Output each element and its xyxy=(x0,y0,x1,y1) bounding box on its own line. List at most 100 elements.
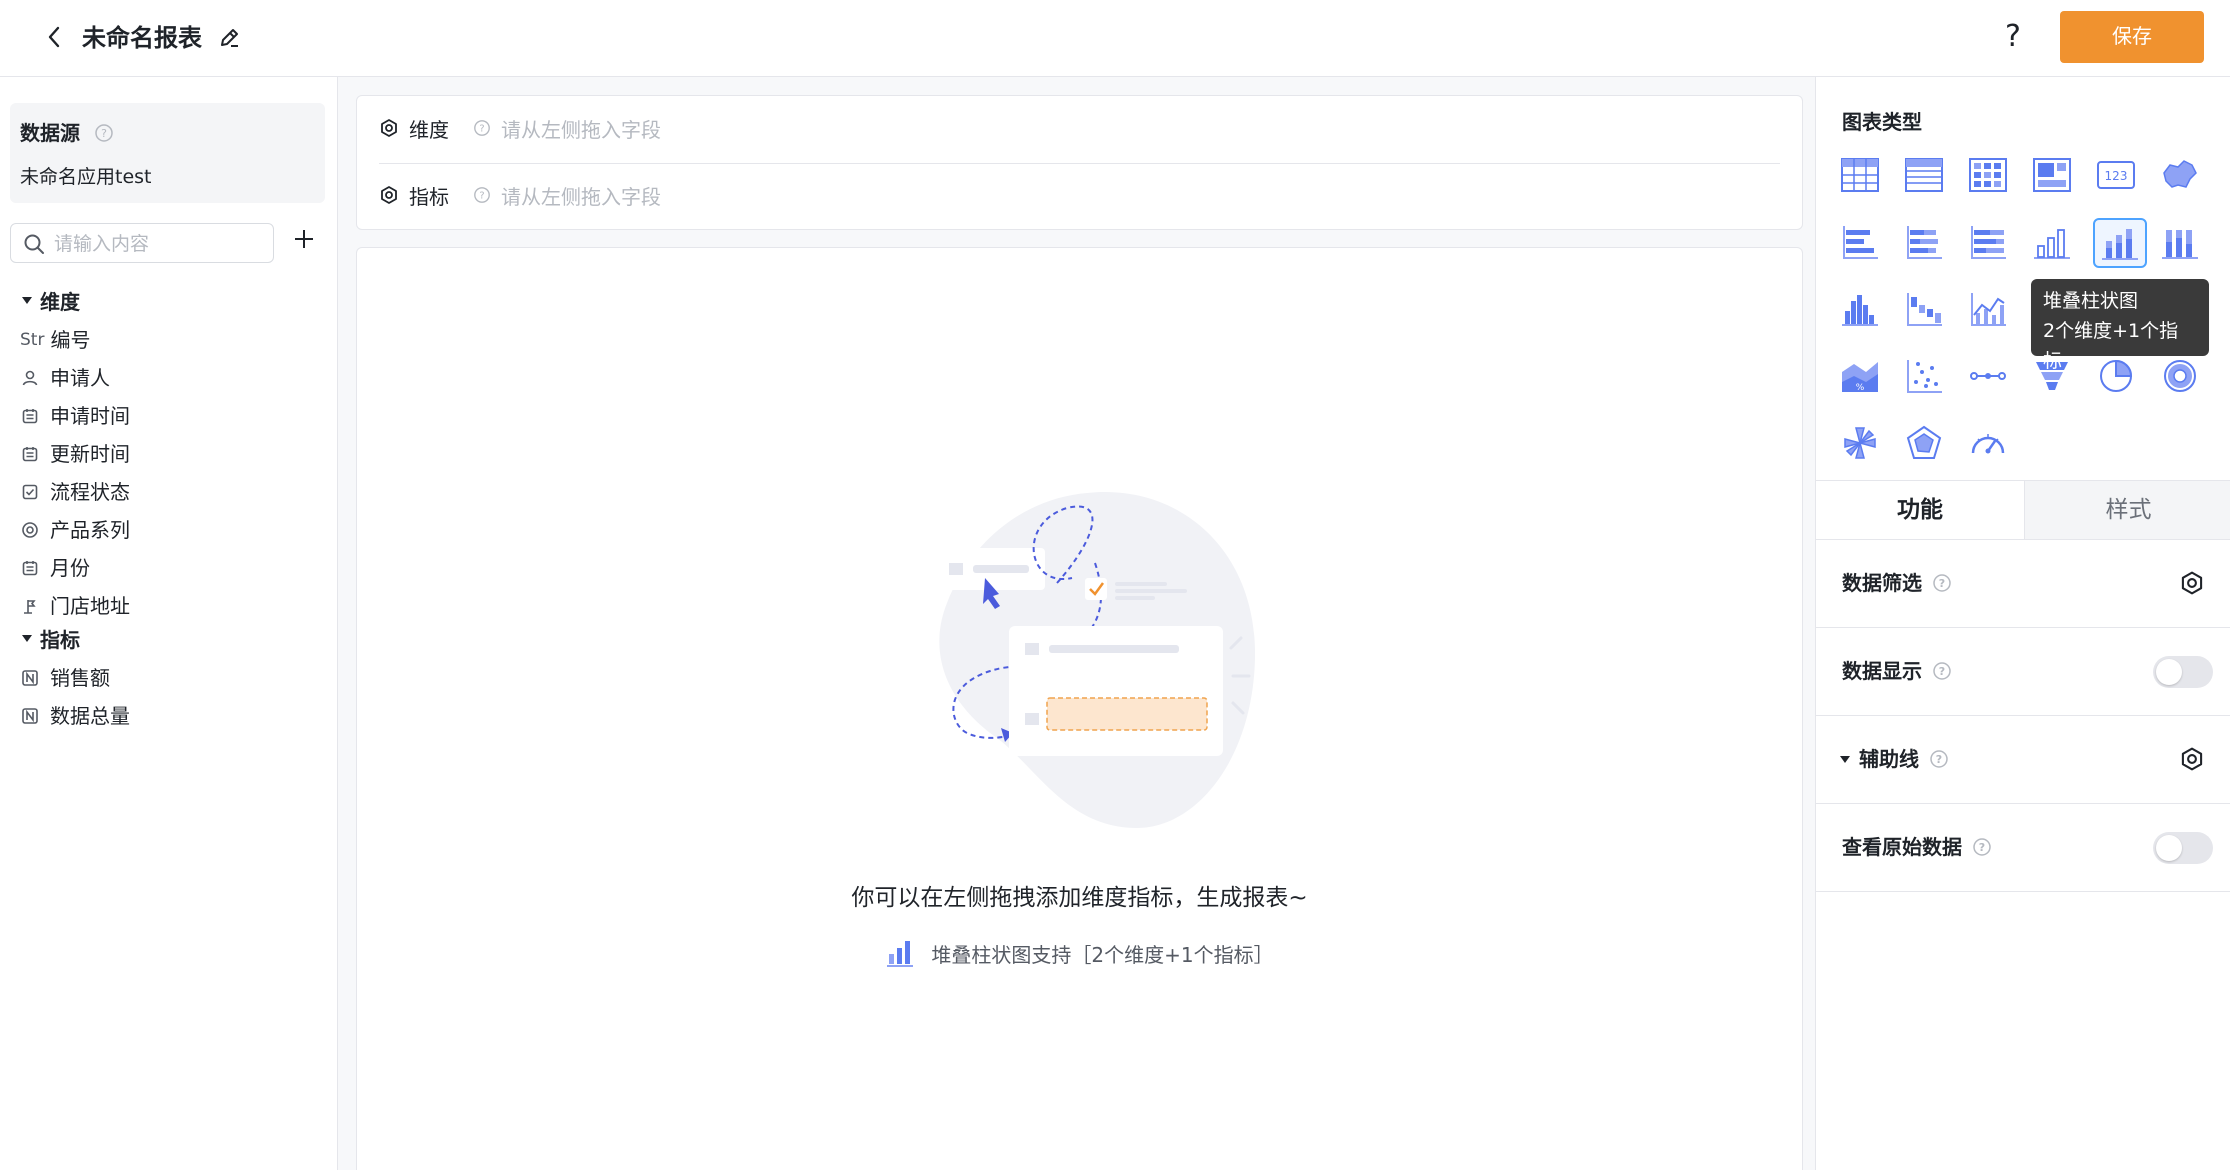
tooltip-title: 堆叠柱状图 xyxy=(2043,290,2139,312)
chart-support-hint: 堆叠柱状图支持［2个维度+1个指标］ xyxy=(357,938,1802,968)
stacked-column-chart-option[interactable] xyxy=(2093,218,2147,268)
option-label: 查看原始数据 xyxy=(1842,835,1962,859)
data-display-toggle[interactable] xyxy=(2153,656,2213,688)
scatter-icon[interactable] xyxy=(1900,352,1948,400)
detail-table-icon[interactable] xyxy=(1900,151,1948,199)
summary-icon[interactable] xyxy=(2028,151,2076,199)
metric-group-header[interactable]: 指标 xyxy=(22,625,80,655)
field-sidebar: 数据源 ? 未命名应用test 请输入内容 维度 Str 编号 申请人 申请时间 … xyxy=(0,77,338,1170)
field-label: 数据总量 xyxy=(50,704,130,728)
back-icon[interactable] xyxy=(40,22,70,52)
empty-state-illustration xyxy=(933,491,1256,828)
view-raw-data-toggle[interactable] xyxy=(2153,832,2213,864)
percent-area-icon[interactable]: % xyxy=(1836,352,1884,400)
field-label: 产品系列 xyxy=(50,518,130,542)
top-bar: 未命名报表 ? 保存 xyxy=(0,0,2230,77)
view-raw-data-row: 查看原始数据 ? xyxy=(1816,804,2230,892)
number-icon xyxy=(20,706,40,726)
number-card-icon[interactable]: 123 xyxy=(2092,151,2140,199)
field-item[interactable]: 更新时间 xyxy=(20,439,130,469)
hint-text: 堆叠柱状图支持［2个维度+1个指标］ xyxy=(931,942,1274,967)
help-icon[interactable]: ? xyxy=(2005,18,2021,56)
datasource-label: 数据源 xyxy=(20,121,80,145)
rose-icon[interactable] xyxy=(1836,419,1884,467)
gear-icon[interactable] xyxy=(379,185,399,205)
waterfall-icon[interactable] xyxy=(1900,285,1948,333)
tab-style[interactable]: 样式 xyxy=(2024,481,2230,539)
add-field-icon[interactable] xyxy=(290,225,318,253)
field-label: 销售额 xyxy=(50,666,110,690)
field-item[interactable]: 申请时间 xyxy=(20,401,130,431)
field-item[interactable]: 流程状态 xyxy=(20,477,130,507)
empty-state-text: 你可以在左侧拖拽添加维度指标，生成报表~ xyxy=(851,885,1308,911)
svg-text:?: ? xyxy=(1936,753,1942,766)
dimension-label: 维度 xyxy=(409,117,449,142)
option-label: 数据筛选 xyxy=(1842,571,1922,595)
edit-title-icon[interactable] xyxy=(216,24,244,52)
number-icon xyxy=(20,668,40,688)
field-label: 申请时间 xyxy=(50,404,130,428)
caret-down-icon[interactable] xyxy=(1840,755,1850,763)
data-display-row: 数据显示 ? xyxy=(1816,628,2230,716)
svg-text:%: % xyxy=(1856,383,1865,393)
line-dot-icon[interactable] xyxy=(1964,352,2012,400)
field-item[interactable]: 数据总量 xyxy=(20,701,130,731)
field-item[interactable]: 月份 xyxy=(20,553,90,583)
field-item[interactable]: 门店地址 xyxy=(20,591,130,621)
gear-icon[interactable] xyxy=(2179,570,2205,596)
datasource-card[interactable]: 数据源 ? 未命名应用test xyxy=(10,103,325,203)
question-icon[interactable]: ? xyxy=(94,123,114,143)
caret-down-icon xyxy=(22,297,32,304)
line-column-icon[interactable] xyxy=(1964,285,2012,333)
dimension-group-header[interactable]: 维度 xyxy=(22,287,80,317)
metric-placeholder: 请从左侧拖入字段 xyxy=(501,184,661,209)
percent-bar-h-icon[interactable] xyxy=(1964,218,2012,266)
metric-group-label: 指标 xyxy=(40,628,80,652)
question-icon[interactable]: ? xyxy=(473,119,491,137)
percent-column-icon[interactable] xyxy=(2156,218,2204,266)
radar-icon[interactable] xyxy=(1900,419,1948,467)
report-canvas: 你可以在左侧拖拽添加维度指标，生成报表~ 堆叠柱状图支持［2个维度+1个指标］ xyxy=(356,247,1803,1170)
report-title: 未命名报表 xyxy=(82,24,202,52)
bar-h-icon[interactable] xyxy=(1836,218,1884,266)
dimension-group-label: 维度 xyxy=(40,290,80,314)
pivot-table-icon[interactable] xyxy=(1964,151,2012,199)
datasource-name: 未命名应用test xyxy=(20,166,152,188)
dimension-drop-zone[interactable]: 维度 ? 请从左侧拖入字段 xyxy=(379,113,661,143)
field-label: 申请人 xyxy=(50,366,110,390)
field-label: 编号 xyxy=(50,328,91,352)
svg-text:?: ? xyxy=(479,124,484,135)
divider xyxy=(379,163,1780,164)
gear-icon[interactable] xyxy=(379,118,399,138)
metric-drop-zone[interactable]: 指标 ? 请从左侧拖入字段 xyxy=(379,180,661,210)
histogram-icon[interactable] xyxy=(1836,285,1884,333)
question-icon[interactable]: ? xyxy=(1932,661,1952,681)
field-item[interactable]: 销售额 xyxy=(20,663,110,693)
question-icon[interactable]: ? xyxy=(1972,837,1992,857)
gauge-icon[interactable] xyxy=(1964,419,2012,467)
question-icon[interactable]: ? xyxy=(473,186,491,204)
svg-text:?: ? xyxy=(1939,577,1945,590)
person-icon xyxy=(20,368,40,388)
field-search-input[interactable]: 请输入内容 xyxy=(10,223,274,263)
field-item[interactable]: 产品系列 xyxy=(20,515,130,545)
field-item[interactable]: Str 编号 xyxy=(20,325,90,355)
location-icon xyxy=(20,596,40,616)
svg-text:?: ? xyxy=(1939,665,1945,678)
gear-icon[interactable] xyxy=(2179,746,2205,772)
calendar-icon xyxy=(20,558,40,578)
column-icon[interactable] xyxy=(2028,218,2076,266)
svg-text:?: ? xyxy=(101,127,107,140)
field-label: 流程状态 xyxy=(50,480,130,504)
guide-line-row: 辅助线 ? xyxy=(1816,716,2230,804)
question-icon[interactable]: ? xyxy=(1932,573,1952,593)
save-button[interactable]: 保存 xyxy=(2060,11,2204,63)
stacked-bar-h-icon[interactable] xyxy=(1900,218,1948,266)
bar-chart-icon xyxy=(887,941,914,967)
field-item[interactable]: 申请人 xyxy=(20,363,110,393)
chart-settings-panel: 图表类型 123 % 功能 样式 数据筛选 ? 数据显示 ? 辅助线 ? 查看原… xyxy=(1815,77,2230,1170)
question-icon[interactable]: ? xyxy=(1929,749,1949,769)
tab-function[interactable]: 功能 xyxy=(1816,481,2024,539)
table-icon[interactable] xyxy=(1836,151,1884,199)
map-icon[interactable] xyxy=(2156,151,2204,199)
